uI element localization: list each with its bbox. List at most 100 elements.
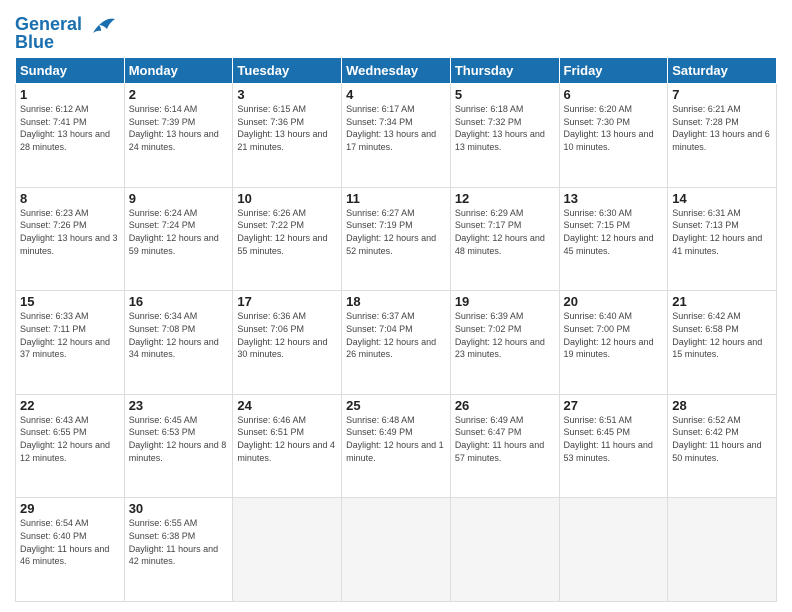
day-detail: Sunrise: 6:51 AM Sunset: 6:45 PM Dayligh…	[564, 414, 664, 464]
day-cell-25: 25 Sunrise: 6:48 AM Sunset: 6:49 PM Dayl…	[342, 394, 451, 498]
day-cell-12: 12 Sunrise: 6:29 AM Sunset: 7:17 PM Dayl…	[450, 187, 559, 291]
day-detail: Sunrise: 6:18 AM Sunset: 7:32 PM Dayligh…	[455, 103, 555, 153]
day-cell-9: 9 Sunrise: 6:24 AM Sunset: 7:24 PM Dayli…	[124, 187, 233, 291]
logo-blue: Blue	[15, 33, 115, 51]
day-detail: Sunrise: 6:17 AM Sunset: 7:34 PM Dayligh…	[346, 103, 446, 153]
day-number: 30	[129, 501, 229, 516]
day-detail: Sunrise: 6:14 AM Sunset: 7:39 PM Dayligh…	[129, 103, 229, 153]
day-cell-23: 23 Sunrise: 6:45 AM Sunset: 6:53 PM Dayl…	[124, 394, 233, 498]
day-detail: Sunrise: 6:26 AM Sunset: 7:22 PM Dayligh…	[237, 207, 337, 257]
day-number: 8	[20, 191, 120, 206]
day-cell-21: 21 Sunrise: 6:42 AM Sunset: 6:58 PM Dayl…	[668, 291, 777, 395]
day-detail: Sunrise: 6:21 AM Sunset: 7:28 PM Dayligh…	[672, 103, 772, 153]
day-detail: Sunrise: 6:49 AM Sunset: 6:47 PM Dayligh…	[455, 414, 555, 464]
day-number: 6	[564, 87, 664, 102]
col-header-sunday: Sunday	[16, 58, 125, 84]
day-number: 2	[129, 87, 229, 102]
day-cell-4: 4 Sunrise: 6:17 AM Sunset: 7:34 PM Dayli…	[342, 84, 451, 188]
empty-cell	[559, 498, 668, 602]
day-cell-2: 2 Sunrise: 6:14 AM Sunset: 7:39 PM Dayli…	[124, 84, 233, 188]
day-detail: Sunrise: 6:27 AM Sunset: 7:19 PM Dayligh…	[346, 207, 446, 257]
calendar-week-2: 8 Sunrise: 6:23 AM Sunset: 7:26 PM Dayli…	[16, 187, 777, 291]
day-detail: Sunrise: 6:30 AM Sunset: 7:15 PM Dayligh…	[564, 207, 664, 257]
day-number: 25	[346, 398, 446, 413]
day-number: 15	[20, 294, 120, 309]
day-detail: Sunrise: 6:54 AM Sunset: 6:40 PM Dayligh…	[20, 517, 120, 567]
day-cell-5: 5 Sunrise: 6:18 AM Sunset: 7:32 PM Dayli…	[450, 84, 559, 188]
day-detail: Sunrise: 6:40 AM Sunset: 7:00 PM Dayligh…	[564, 310, 664, 360]
day-number: 22	[20, 398, 120, 413]
day-detail: Sunrise: 6:46 AM Sunset: 6:51 PM Dayligh…	[237, 414, 337, 464]
logo-bird-icon	[89, 15, 115, 35]
day-number: 3	[237, 87, 337, 102]
logo: General Blue	[15, 14, 115, 51]
calendar-week-5: 29 Sunrise: 6:54 AM Sunset: 6:40 PM Dayl…	[16, 498, 777, 602]
day-number: 5	[455, 87, 555, 102]
day-number: 21	[672, 294, 772, 309]
day-cell-30: 30 Sunrise: 6:55 AM Sunset: 6:38 PM Dayl…	[124, 498, 233, 602]
day-detail: Sunrise: 6:37 AM Sunset: 7:04 PM Dayligh…	[346, 310, 446, 360]
day-detail: Sunrise: 6:23 AM Sunset: 7:26 PM Dayligh…	[20, 207, 120, 257]
day-number: 1	[20, 87, 120, 102]
day-number: 19	[455, 294, 555, 309]
calendar-week-3: 15 Sunrise: 6:33 AM Sunset: 7:11 PM Dayl…	[16, 291, 777, 395]
day-detail: Sunrise: 6:33 AM Sunset: 7:11 PM Dayligh…	[20, 310, 120, 360]
day-detail: Sunrise: 6:52 AM Sunset: 6:42 PM Dayligh…	[672, 414, 772, 464]
day-cell-16: 16 Sunrise: 6:34 AM Sunset: 7:08 PM Dayl…	[124, 291, 233, 395]
calendar: SundayMondayTuesdayWednesdayThursdayFrid…	[15, 57, 777, 602]
day-cell-15: 15 Sunrise: 6:33 AM Sunset: 7:11 PM Dayl…	[16, 291, 125, 395]
day-detail: Sunrise: 6:34 AM Sunset: 7:08 PM Dayligh…	[129, 310, 229, 360]
day-number: 9	[129, 191, 229, 206]
day-number: 4	[346, 87, 446, 102]
day-detail: Sunrise: 6:55 AM Sunset: 6:38 PM Dayligh…	[129, 517, 229, 567]
day-number: 13	[564, 191, 664, 206]
day-cell-22: 22 Sunrise: 6:43 AM Sunset: 6:55 PM Dayl…	[16, 394, 125, 498]
day-detail: Sunrise: 6:48 AM Sunset: 6:49 PM Dayligh…	[346, 414, 446, 464]
day-cell-1: 1 Sunrise: 6:12 AM Sunset: 7:41 PM Dayli…	[16, 84, 125, 188]
calendar-table: SundayMondayTuesdayWednesdayThursdayFrid…	[15, 57, 777, 602]
col-header-saturday: Saturday	[668, 58, 777, 84]
day-cell-19: 19 Sunrise: 6:39 AM Sunset: 7:02 PM Dayl…	[450, 291, 559, 395]
empty-cell	[450, 498, 559, 602]
day-cell-27: 27 Sunrise: 6:51 AM Sunset: 6:45 PM Dayl…	[559, 394, 668, 498]
day-number: 11	[346, 191, 446, 206]
day-cell-8: 8 Sunrise: 6:23 AM Sunset: 7:26 PM Dayli…	[16, 187, 125, 291]
day-number: 27	[564, 398, 664, 413]
empty-cell	[668, 498, 777, 602]
day-detail: Sunrise: 6:31 AM Sunset: 7:13 PM Dayligh…	[672, 207, 772, 257]
day-detail: Sunrise: 6:24 AM Sunset: 7:24 PM Dayligh…	[129, 207, 229, 257]
day-number: 23	[129, 398, 229, 413]
day-number: 20	[564, 294, 664, 309]
day-detail: Sunrise: 6:45 AM Sunset: 6:53 PM Dayligh…	[129, 414, 229, 464]
day-detail: Sunrise: 6:42 AM Sunset: 6:58 PM Dayligh…	[672, 310, 772, 360]
day-number: 17	[237, 294, 337, 309]
day-cell-18: 18 Sunrise: 6:37 AM Sunset: 7:04 PM Dayl…	[342, 291, 451, 395]
day-number: 18	[346, 294, 446, 309]
day-number: 10	[237, 191, 337, 206]
empty-cell	[233, 498, 342, 602]
empty-cell	[342, 498, 451, 602]
day-cell-20: 20 Sunrise: 6:40 AM Sunset: 7:00 PM Dayl…	[559, 291, 668, 395]
day-cell-26: 26 Sunrise: 6:49 AM Sunset: 6:47 PM Dayl…	[450, 394, 559, 498]
col-header-monday: Monday	[124, 58, 233, 84]
day-cell-7: 7 Sunrise: 6:21 AM Sunset: 7:28 PM Dayli…	[668, 84, 777, 188]
day-number: 29	[20, 501, 120, 516]
day-number: 14	[672, 191, 772, 206]
day-number: 28	[672, 398, 772, 413]
day-detail: Sunrise: 6:12 AM Sunset: 7:41 PM Dayligh…	[20, 103, 120, 153]
day-detail: Sunrise: 6:39 AM Sunset: 7:02 PM Dayligh…	[455, 310, 555, 360]
col-header-thursday: Thursday	[450, 58, 559, 84]
day-cell-28: 28 Sunrise: 6:52 AM Sunset: 6:42 PM Dayl…	[668, 394, 777, 498]
day-number: 16	[129, 294, 229, 309]
day-detail: Sunrise: 6:43 AM Sunset: 6:55 PM Dayligh…	[20, 414, 120, 464]
day-cell-29: 29 Sunrise: 6:54 AM Sunset: 6:40 PM Dayl…	[16, 498, 125, 602]
day-cell-14: 14 Sunrise: 6:31 AM Sunset: 7:13 PM Dayl…	[668, 187, 777, 291]
day-cell-11: 11 Sunrise: 6:27 AM Sunset: 7:19 PM Dayl…	[342, 187, 451, 291]
day-number: 26	[455, 398, 555, 413]
day-cell-13: 13 Sunrise: 6:30 AM Sunset: 7:15 PM Dayl…	[559, 187, 668, 291]
day-detail: Sunrise: 6:15 AM Sunset: 7:36 PM Dayligh…	[237, 103, 337, 153]
day-detail: Sunrise: 6:36 AM Sunset: 7:06 PM Dayligh…	[237, 310, 337, 360]
day-detail: Sunrise: 6:20 AM Sunset: 7:30 PM Dayligh…	[564, 103, 664, 153]
day-cell-6: 6 Sunrise: 6:20 AM Sunset: 7:30 PM Dayli…	[559, 84, 668, 188]
day-number: 12	[455, 191, 555, 206]
